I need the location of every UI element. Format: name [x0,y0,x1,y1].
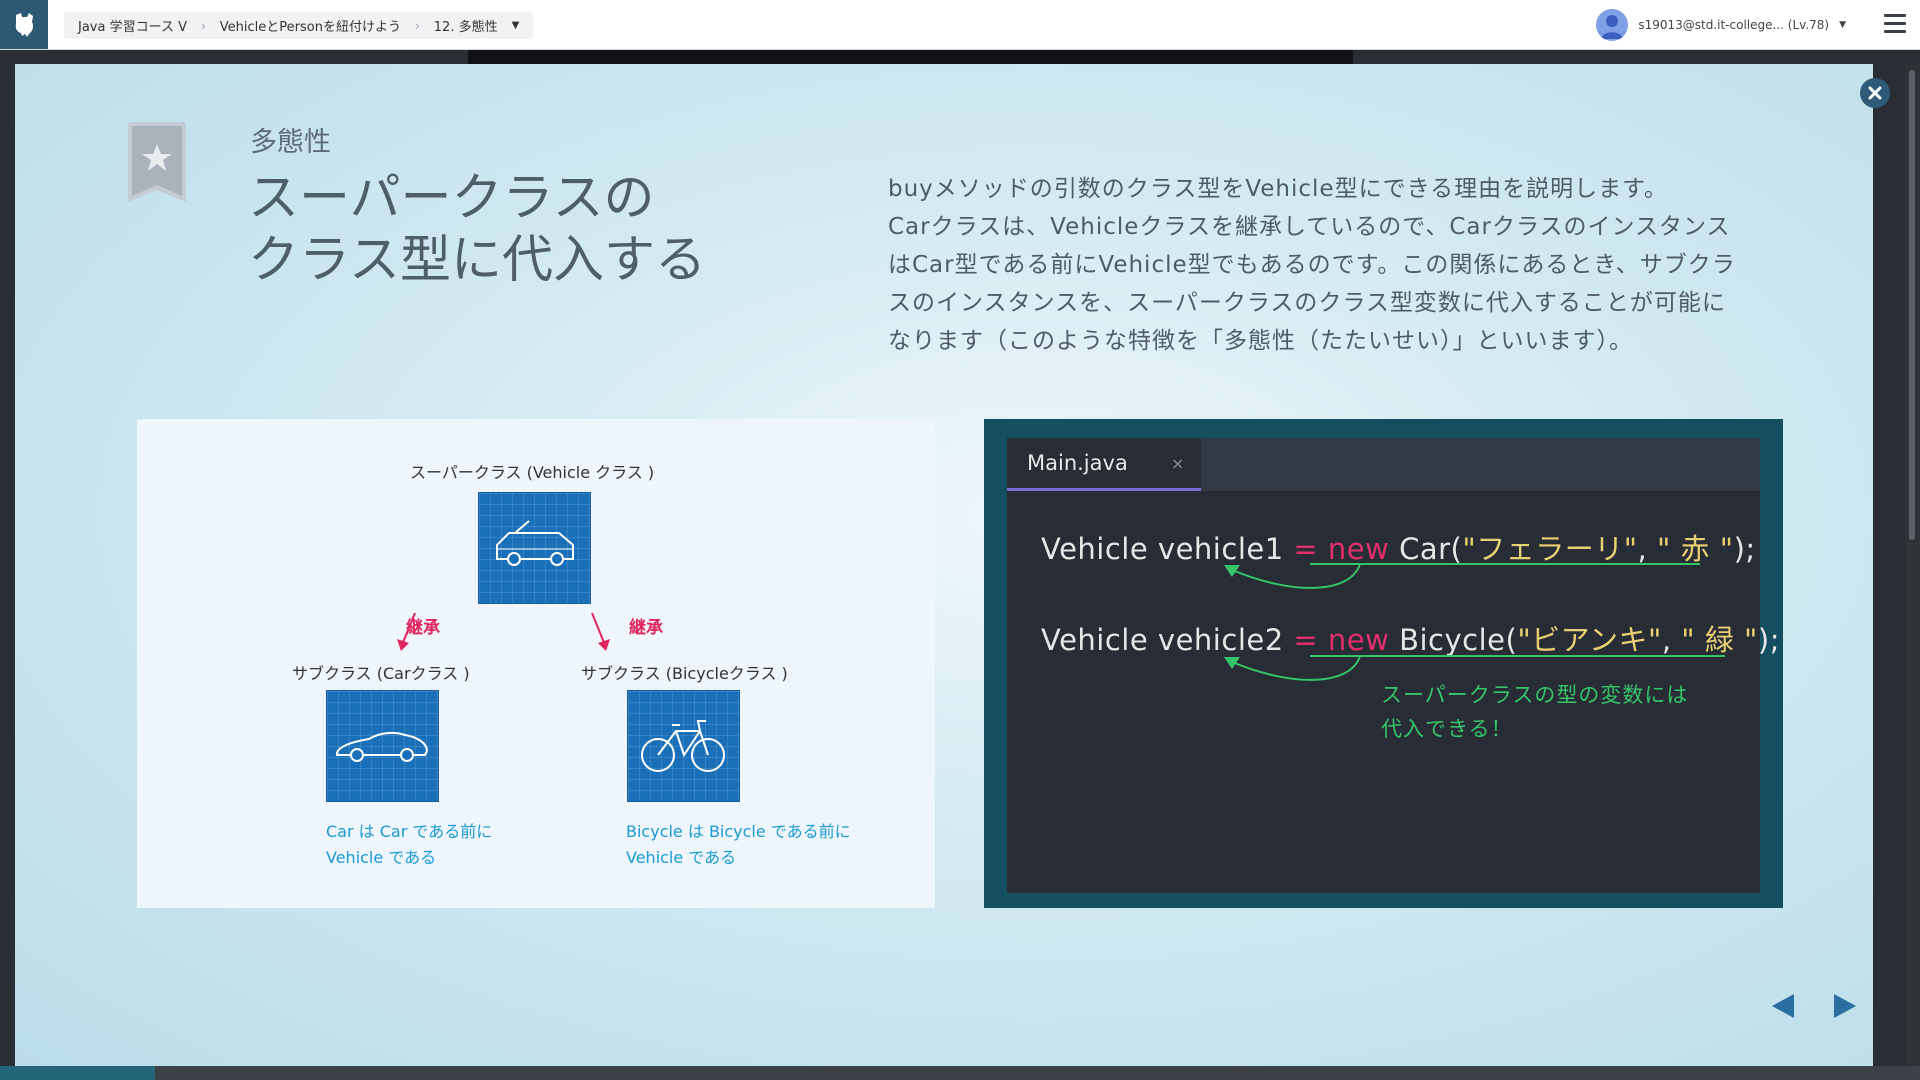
description-line: Carクラスは、Vehicleクラスを継承しているので、Carクラスのインスタン… [888,214,1731,240]
description-line: buyメソッドの引数のクラス型をVehicle型にできる理由を説明します。 [888,176,1668,202]
close-icon [1868,86,1882,100]
code-note-line: スーパークラスの型の変数には [1381,683,1689,707]
subclass-car-label: サブクラス (Carクラス ) [292,664,470,683]
description-line: スのインスタンスを、スーパークラスのクラス型変数に代入することが可能に [888,290,1726,316]
slide-subtitle: 多態性 [250,127,331,158]
tab-main-java[interactable]: Main.java × [1007,438,1201,491]
star-bookmark-icon [128,122,186,202]
scrollbar-thumb[interactable] [1909,70,1915,540]
logo[interactable] [0,0,48,49]
user-icon [1601,15,1624,39]
car-note: Car は Car である前に Vehicle である [326,819,492,871]
code-end: ); [1757,623,1780,657]
subclass-bicycle-label: サブクラス (Bicycleクラス ) [581,664,788,683]
next-slide-button[interactable] [1834,994,1856,1018]
previous-slide-button[interactable] [1772,994,1794,1018]
bicycle-note-line: Vehicle である [626,848,737,867]
description-line: はCar型である前にVehicle型でもあるのです。この関係にあるとき、サブクラ [888,252,1736,278]
sports-car-icon [336,731,429,762]
logo-icon [15,12,33,37]
slide-title: スーパークラスの クラス型に代入する [248,168,706,292]
car-note-line: Car は Car である前に [326,822,493,841]
slide-title-line: クラス型に代入する [248,231,706,290]
top-bar: Java 学習コース Ⅴ › VehicleとPersonを紐付けよう › 12… [0,0,1920,50]
bicycle-icon [641,720,725,772]
chevron-right-icon: › [414,18,420,33]
description-line: なります（このような特徴を「多態性（たたいせい）」といいます）。 [888,328,1633,354]
bicycle-blueprint [627,690,740,802]
inheritance-diagram: スーパークラス (Vehicle クラス ) 継承 継承 サブクラス (Carク… [137,419,935,908]
code-note: スーパークラスの型の変数には 代入できる！ [1381,678,1688,746]
breadcrumb-lesson[interactable]: VehicleとPersonを紐付けよう [220,16,401,35]
vehicle-icon [496,520,574,566]
background-strip [468,50,1353,64]
tab-close-icon[interactable]: × [1171,454,1184,473]
user-menu[interactable]: s19013@std.it-college... (Lv.78) ▼ [1596,9,1846,41]
bicycle-note: Bicycle は Bicycle である前に Vehicle である [626,819,851,871]
tab-label: Main.java [1027,451,1128,475]
close-button[interactable] [1860,78,1890,108]
chevron-right-icon: › [200,18,206,33]
hamburger-menu-icon[interactable] [1884,14,1906,34]
inheritance-label: 継承 [629,618,663,638]
code-note-line: 代入できる！ [1381,717,1513,741]
avatar [1596,9,1629,41]
bicycle-note-line: Bicycle は Bicycle である前に [626,822,851,841]
caret-down-icon[interactable]: ▼ [512,20,520,31]
slide-description: buyメソッドの引数のクラス型をVehicle型にできる理由を説明します。 Ca… [888,170,1768,360]
code-end: ); [1733,532,1756,566]
inheritance-label: 継承 [406,618,440,638]
breadcrumb-slide[interactable]: 12. 多態性 [434,16,498,35]
breadcrumb-course[interactable]: Java 学習コース Ⅴ [78,16,187,35]
slide-title-line: スーパークラスの [248,169,655,228]
user-email: s19013@std.it-college... (Lv.78) [1638,18,1830,32]
assignment-arrows-icon [1224,563,1725,681]
bookmark-button[interactable] [128,122,186,202]
car-blueprint [326,690,439,802]
breadcrumb: Java 学習コース Ⅴ › VehicleとPersonを紐付けよう › 12… [64,12,534,39]
superclass-label: スーパークラス (Vehicle クラス ) [410,463,655,482]
car-note-line: Vehicle である [326,848,437,867]
vehicle-blueprint [478,492,591,604]
caret-down-icon: ▼ [1839,20,1846,30]
bottom-strip [0,1066,1920,1080]
